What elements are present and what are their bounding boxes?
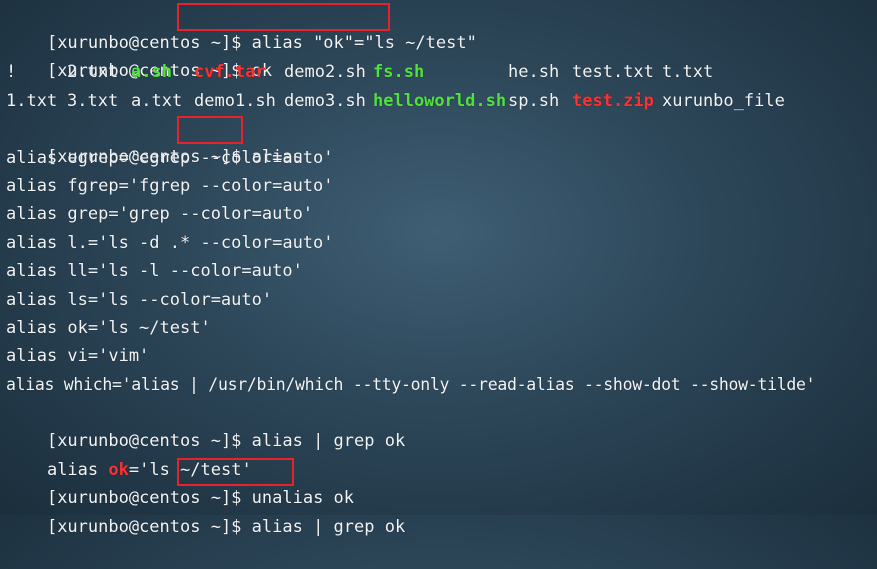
prompt-line: [xurunbo@centos ~]$ unalias ok xyxy=(6,456,354,508)
prompt-line: [xurunbo@centos ~]$ alias xyxy=(6,115,303,167)
alias-entry: alias ll='ls -l --color=auto' xyxy=(6,261,303,281)
prompt-line: [xurunbo@centos ~]$ ok xyxy=(6,29,272,81)
file-entry-executable: fs.sh xyxy=(373,62,425,82)
command-text: alias | grep ok xyxy=(251,517,406,537)
alias-entry: alias ok='ls ~/test' xyxy=(6,318,211,338)
alias-entry: alias vi='vim' xyxy=(6,346,150,366)
alias-entry: alias grep='grep --color=auto' xyxy=(6,204,314,224)
file-entry: t.txt xyxy=(662,62,714,82)
file-entry: he.sh xyxy=(508,62,560,82)
file-entry-executable: a.sh xyxy=(131,62,172,82)
ls-output-row: ! 2.txt a.sh cvf.tar demo2.sh fs.sh he.s… xyxy=(6,58,866,86)
command-text: alias | grep ok xyxy=(251,431,406,451)
file-entry: demo1.sh xyxy=(194,91,276,111)
file-entry: 1.txt xyxy=(6,91,58,111)
file-entry: sp.sh xyxy=(508,91,560,111)
file-entry-archive: test.zip xyxy=(572,91,654,111)
file-entry: xurunbo_file xyxy=(662,91,785,111)
shell-prompt: [xurunbo@centos ~]$ xyxy=(46,517,252,537)
prompt-line: [xurunbo@centos ~]$ alias "ok"="ls ~/tes… xyxy=(6,1,477,53)
file-entry: test.txt xyxy=(572,62,654,82)
prompt-line: [xurunbo@centos ~]$ alias | grep ok xyxy=(6,485,405,537)
alias-entry: alias l.='ls -d .* --color=auto' xyxy=(6,233,334,253)
ls-output-row: 1.txt 3.txt a.txt demo1.sh demo3.sh hell… xyxy=(6,87,866,115)
file-entry-executable: helloworld.sh xyxy=(373,91,507,111)
prompt-line: [xurunbo@centos ~]$ alias | grep ok xyxy=(6,399,405,451)
file-entry: a.txt xyxy=(131,91,183,111)
alias-entry: alias which='alias | /usr/bin/which --tt… xyxy=(6,375,816,394)
alias-entry: alias ls='ls --color=auto' xyxy=(6,290,273,310)
alias-entry: alias fgrep='fgrep --color=auto' xyxy=(6,176,334,196)
file-entry: demo2.sh xyxy=(284,62,366,82)
alias-entry: alias egrep='egrep --color=auto' xyxy=(6,148,334,168)
file-entry: 2.txt xyxy=(67,62,119,82)
grep-result-line: alias ok='ls ~/test' xyxy=(6,428,252,480)
file-entry: ! xyxy=(6,62,17,82)
terminal-window[interactable]: [xurunbo@centos ~]$ alias "ok"="ls ~/tes… xyxy=(0,0,877,537)
command-text: alias "ok"="ls ~/test" xyxy=(251,33,477,53)
file-entry: demo3.sh xyxy=(284,91,366,111)
file-entry-archive: cvf.tar xyxy=(194,62,266,82)
file-entry: 3.txt xyxy=(67,91,119,111)
